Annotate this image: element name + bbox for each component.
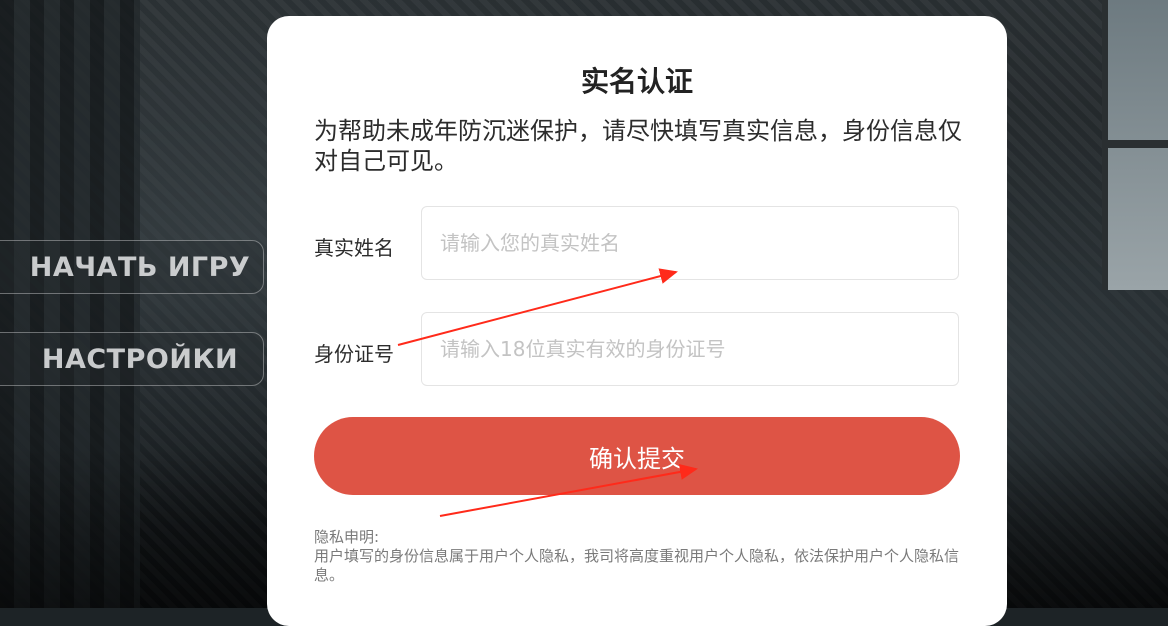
background-window-frame — [1108, 140, 1168, 148]
settings-button[interactable]: НАСТРОЙКИ — [0, 332, 264, 386]
privacy-text: 用户填写的身份信息属于用户个人隐私，我司将高度重视用户个人隐私，依法保护用户个人… — [314, 547, 960, 584]
confirm-submit-button[interactable]: 确认提交 — [314, 417, 960, 495]
real-name-label: 真实姓名 — [314, 236, 394, 260]
real-name-verification-dialog: 实名认证 为帮助未成年防沉迷保护，请尽快填写真实信息，身份信息仅对自己可见。 真… — [267, 16, 1007, 626]
dialog-title: 实名认证 — [580, 65, 693, 98]
privacy-statement: 隐私申明: 用户填写的身份信息属于用户个人隐私，我司将高度重视用户个人隐私，依法… — [314, 528, 964, 585]
start-game-button[interactable]: НАЧАТЬ ИГРУ — [0, 240, 264, 294]
real-name-input[interactable] — [421, 206, 959, 280]
settings-label: НАСТРОЙКИ — [41, 343, 239, 375]
dialog-description: 为帮助未成年防沉迷保护，请尽快填写真实信息，身份信息仅对自己可见。 — [314, 117, 962, 175]
id-number-label: 身份证号 — [314, 342, 394, 366]
id-number-input[interactable] — [421, 312, 959, 386]
start-game-label: НАЧАТЬ ИГРУ — [29, 251, 251, 283]
privacy-title: 隐私申明: — [314, 528, 380, 546]
confirm-submit-label: 确认提交 — [589, 444, 685, 473]
